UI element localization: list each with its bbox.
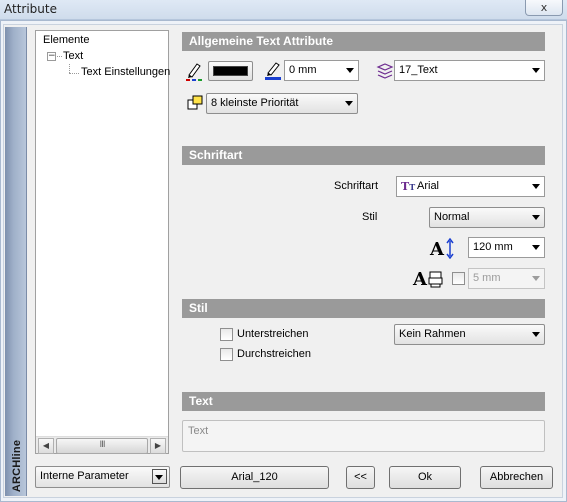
priority-icon xyxy=(187,95,203,110)
close-button[interactable]: x xyxy=(525,0,563,16)
title-bar xyxy=(0,0,567,20)
priority-value: 8 kleinste Priorität xyxy=(211,97,299,109)
letter-spacing-checkbox[interactable] xyxy=(452,272,465,285)
svg-text:A: A xyxy=(429,239,445,259)
section-header-general: Allgemeine Text Attribute xyxy=(182,32,545,51)
text-height-select[interactable]: 120 mm xyxy=(468,237,545,258)
priority-select[interactable]: 8 kleinste Priorität xyxy=(206,93,358,114)
ok-button[interactable]: Ok xyxy=(389,466,461,489)
pen-color-button[interactable] xyxy=(208,61,253,81)
layer-select[interactable]: 17_Text xyxy=(394,60,545,81)
pen-color-swatch xyxy=(213,66,248,76)
text-height-icon: A xyxy=(429,237,454,259)
tree-connector xyxy=(57,56,62,57)
layer-value: 17_Text xyxy=(399,64,438,76)
strikethrough-checkbox[interactable] xyxy=(220,348,233,361)
chevron-down-icon xyxy=(532,184,540,189)
chevron-down-icon xyxy=(532,68,540,73)
font-style-value: Normal xyxy=(434,211,470,223)
letter-spacing-icon: A xyxy=(412,269,443,289)
underline-checkbox[interactable] xyxy=(220,328,233,341)
tree-item-elemente[interactable]: Elemente xyxy=(43,34,89,46)
chevron-down-icon xyxy=(532,276,540,281)
pen-width-select[interactable]: 0 mm xyxy=(284,60,359,81)
section-header-font: Schriftart xyxy=(182,146,545,165)
window-title: Attribute xyxy=(4,2,57,16)
tree-connector xyxy=(69,73,79,74)
scroll-right-button[interactable]: ▶ xyxy=(150,438,166,454)
section-header-text: Text xyxy=(182,392,545,411)
style-name-button[interactable]: Arial_120 xyxy=(180,466,329,489)
scroll-left-button[interactable]: ◀ xyxy=(38,438,54,454)
tree-connector xyxy=(69,64,70,73)
font-style-select[interactable]: Normal xyxy=(429,207,545,228)
tree-item-text-einstellungen[interactable]: Text Einstellungen xyxy=(81,66,170,78)
text-input[interactable]: Text xyxy=(182,420,545,452)
font-value: Arial xyxy=(417,180,440,192)
back-button[interactable]: << xyxy=(346,466,375,489)
chevron-down-icon xyxy=(345,101,353,106)
frame-value: Kein Rahmen xyxy=(399,328,466,340)
letter-spacing-select[interactable]: 5 mm xyxy=(468,268,545,289)
pen-width-icon xyxy=(265,62,281,80)
tree-collapse-toggle[interactable]: − xyxy=(47,52,56,61)
dropdown-button xyxy=(152,469,167,484)
brand-logo: ARCHline xyxy=(5,440,27,496)
scroll-thumb[interactable]: III xyxy=(56,438,148,454)
element-tree[interactable] xyxy=(35,30,169,454)
parameters-value: Interne Parameter xyxy=(40,470,129,482)
cancel-button[interactable]: Abbrechen xyxy=(480,466,553,489)
tree-item-text[interactable]: Text xyxy=(63,50,83,62)
chevron-down-icon xyxy=(532,332,540,337)
chevron-down-icon xyxy=(532,215,540,220)
layer-icon xyxy=(376,63,394,79)
strikethrough-label: Durchstreichen xyxy=(237,348,311,360)
underline-label: Unterstreichen xyxy=(237,328,309,340)
truetype-font-icon: TT xyxy=(401,180,416,193)
text-height-value: 120 mm xyxy=(473,241,513,253)
font-label: Schriftart xyxy=(334,180,379,192)
section-header-style: Stil xyxy=(182,299,545,318)
brand-label: ARCHline xyxy=(11,439,23,493)
chevron-down-icon xyxy=(532,245,540,250)
style-label: Stil xyxy=(362,211,378,223)
chevron-down-icon xyxy=(155,475,163,480)
font-select[interactable]: TT Arial xyxy=(396,176,545,197)
tree-horizontal-scrollbar[interactable]: ◀ III ▶ xyxy=(36,436,168,454)
frame-select[interactable]: Kein Rahmen xyxy=(394,324,545,345)
brand-strip xyxy=(5,27,27,496)
svg-text:A: A xyxy=(412,269,428,289)
pen-width-value: 0 mm xyxy=(289,64,317,76)
parameters-select[interactable]: Interne Parameter xyxy=(35,466,170,488)
letter-spacing-value: 5 mm xyxy=(473,272,501,284)
chevron-down-icon xyxy=(346,68,354,73)
pen-color-icon xyxy=(186,63,202,81)
